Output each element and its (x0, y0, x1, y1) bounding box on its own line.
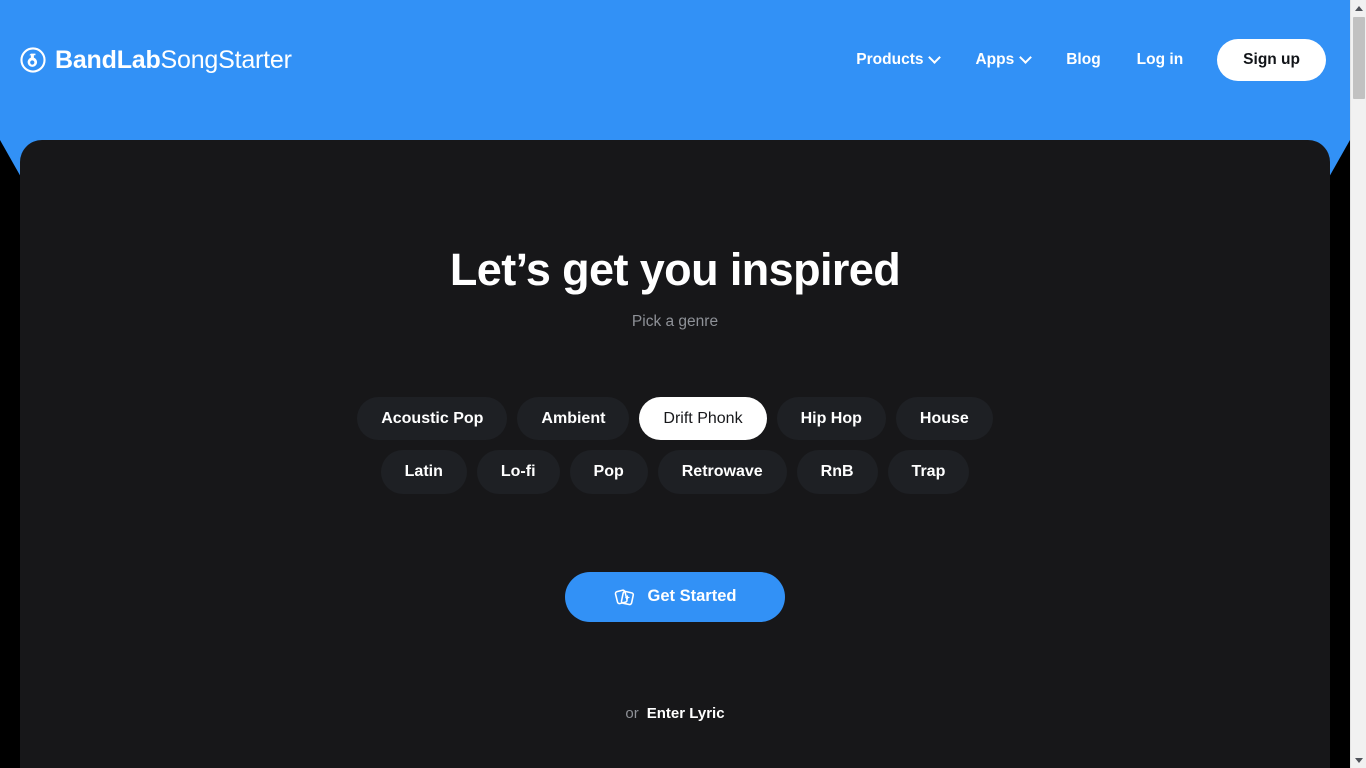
genre-chip-lo-fi[interactable]: Lo-fi (476, 450, 560, 494)
nav-label-login: Log in (1136, 51, 1184, 68)
nav-item-products[interactable]: Products (838, 41, 957, 79)
genre-chip-rnb[interactable]: RnB (796, 450, 878, 494)
genre-chip-ambient[interactable]: Ambient (517, 396, 630, 441)
scrollbar-thumb[interactable] (1353, 17, 1365, 99)
main-navigation: Products Apps Blog Log in Sign up (838, 39, 1326, 81)
genre-chip-row-1: Acoustic Pop Ambient Drift Phonk Hip Hop… (357, 396, 993, 441)
magic-cards-icon (614, 589, 634, 605)
page-viewport: BandLabSongStarter Products Apps Blog Lo… (0, 0, 1350, 768)
page-title: Let’s get you inspired (449, 244, 901, 295)
genre-chip-house[interactable]: House (895, 396, 993, 441)
chevron-down-icon (928, 50, 942, 64)
alt-action-row: or Enter Lyric (625, 705, 724, 722)
scroll-up-arrow-icon (1355, 5, 1363, 11)
genre-chip-acoustic-pop[interactable]: Acoustic Pop (357, 396, 508, 441)
page-subtitle: Pick a genre (631, 312, 719, 330)
site-header: BandLabSongStarter Products Apps Blog Lo… (0, 0, 1350, 120)
bandlab-logo-icon (20, 47, 46, 73)
genre-chip-hip-hop[interactable]: Hip Hop (776, 396, 886, 441)
genre-chip-trap[interactable]: Trap (887, 450, 970, 494)
genre-chip-group: Acoustic Pop Ambient Drift Phonk Hip Hop… (20, 396, 1330, 494)
nav-label-blog: Blog (1066, 51, 1101, 68)
get-started-button[interactable]: Get Started (565, 571, 785, 622)
genre-chip-retrowave[interactable]: Retrowave (657, 450, 787, 494)
brand-name-bandlab: BandLab (55, 45, 161, 74)
nav-label-apps: Apps (975, 51, 1015, 68)
nav-item-login[interactable]: Log in (1119, 41, 1202, 79)
brand-name-songstarter: SongStarter (160, 45, 292, 74)
scroll-down-arrow-icon (1355, 757, 1363, 763)
content-card: Let’s get you inspired Pick a genre Acou… (20, 140, 1330, 768)
chevron-down-icon (1019, 50, 1033, 64)
genre-chip-row-2: Latin Lo-fi Pop Retrowave RnB Trap (380, 450, 970, 494)
genre-chip-drift-phonk[interactable]: Drift Phonk (639, 396, 767, 441)
alt-action-prefix: or (625, 704, 639, 722)
brand-wordmark: BandLabSongStarter (55, 45, 292, 74)
nav-item-apps[interactable]: Apps (957, 41, 1048, 79)
nav-item-blog[interactable]: Blog (1048, 41, 1118, 79)
brand-logo[interactable]: BandLabSongStarter (20, 47, 292, 73)
scroll-down-button[interactable] (1351, 752, 1366, 768)
scroll-up-button[interactable] (1351, 0, 1366, 16)
get-started-label: Get Started (647, 587, 737, 606)
sign-up-button[interactable]: Sign up (1217, 39, 1326, 81)
enter-lyric-link[interactable]: Enter Lyric (647, 705, 725, 722)
vertical-scrollbar[interactable] (1350, 0, 1366, 768)
genre-chip-pop[interactable]: Pop (569, 450, 648, 494)
genre-chip-latin[interactable]: Latin (380, 450, 467, 494)
nav-label-products: Products (856, 51, 924, 68)
